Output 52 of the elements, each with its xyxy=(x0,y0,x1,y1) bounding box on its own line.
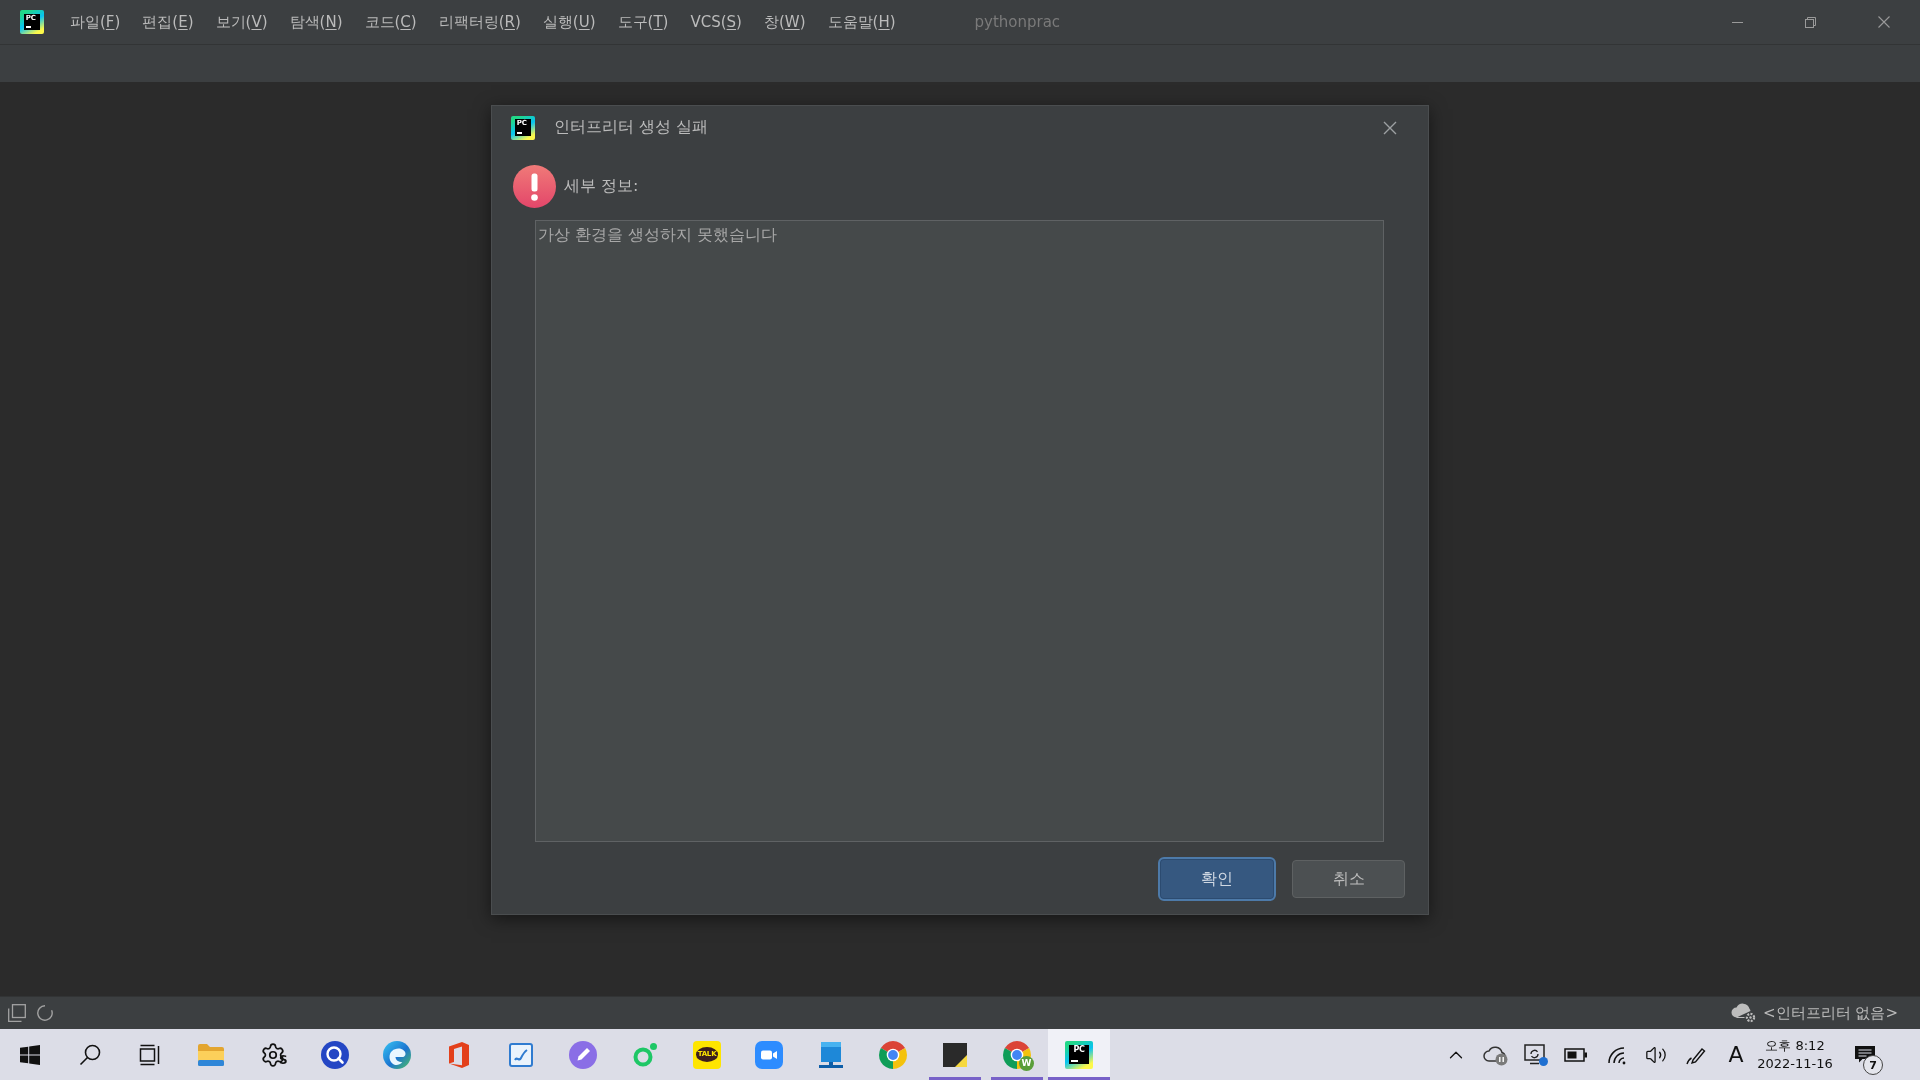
magnifier-icon[interactable] xyxy=(321,1040,349,1069)
tricolor-circle-icon[interactable] xyxy=(879,1040,907,1069)
error-icon xyxy=(513,165,556,208)
menu-item[interactable]: 도구(T) xyxy=(606,10,680,34)
menu-item[interactable]: 보기(V) xyxy=(204,10,279,34)
monitor-icon[interactable] xyxy=(818,1040,844,1069)
menu-item[interactable]: VCS(S) xyxy=(679,10,753,34)
menu-item[interactable]: 탐색(N) xyxy=(278,10,354,34)
notification-count: 7 xyxy=(1863,1055,1883,1075)
notepad-icon[interactable] xyxy=(508,1041,534,1068)
cancel-button[interactable]: 취소 xyxy=(1292,860,1405,898)
video-camera-icon[interactable] xyxy=(755,1040,783,1069)
clock-time[interactable]: 오후 8:12 xyxy=(1765,1039,1825,1052)
display-icon[interactable] xyxy=(1523,1042,1549,1067)
battery-icon[interactable] xyxy=(1564,1047,1588,1062)
spinner-icon[interactable] xyxy=(36,1004,54,1022)
ok-button[interactable]: 확인 xyxy=(1158,857,1276,901)
restore-icon[interactable] xyxy=(1805,16,1816,28)
profile-badge: W xyxy=(1019,1056,1034,1071)
window-stack-icon[interactable] xyxy=(8,1004,26,1022)
menu-item[interactable]: 리팩터링(R) xyxy=(427,10,532,34)
details-text-area: 가상 환경을 생성하지 못했습니다 xyxy=(535,220,1384,842)
taskbar-button[interactable]: PC xyxy=(1048,1029,1110,1080)
menu-item[interactable]: 코드(C) xyxy=(353,10,428,34)
folder-icon[interactable] xyxy=(197,1042,225,1067)
close-icon[interactable] xyxy=(1877,16,1890,28)
note-icon[interactable] xyxy=(942,1041,968,1068)
menu-item[interactable]: 창(W) xyxy=(752,10,817,34)
menu-item[interactable]: 도움말(H) xyxy=(816,10,907,34)
menu-item[interactable]: 실행(U) xyxy=(531,10,607,34)
taskbar-button[interactable]: W xyxy=(986,1029,1048,1080)
interpreter-status[interactable]: <인터프리터 없음> xyxy=(1763,1003,1898,1023)
app-logo: PC xyxy=(1065,1040,1093,1069)
dialog-title: 인터프리터 생성 실패 xyxy=(554,117,709,138)
cloud-icon[interactable] xyxy=(1483,1043,1509,1066)
minimize-icon[interactable] xyxy=(1732,21,1743,23)
cloud-gear-icon[interactable] xyxy=(1731,1002,1758,1024)
pencil-icon[interactable] xyxy=(569,1040,597,1069)
details-label: 세부 정보: xyxy=(564,176,639,197)
search-icon[interactable] xyxy=(79,1043,101,1066)
start-icon[interactable] xyxy=(20,1044,40,1065)
task-view-icon[interactable] xyxy=(139,1043,161,1066)
close-icon[interactable] xyxy=(1383,120,1397,135)
office-icon[interactable] xyxy=(448,1040,470,1069)
menu-item[interactable]: 편집(E) xyxy=(131,10,205,34)
tricolor-circle-icon[interactable] xyxy=(1003,1040,1031,1069)
input-mode-indicator[interactable]: A xyxy=(1728,1043,1744,1066)
menu-item[interactable]: 파일(F) xyxy=(59,10,132,34)
window-title: pythonprac xyxy=(974,13,1061,31)
clock-date[interactable]: 2022-11-16 xyxy=(1757,1057,1833,1070)
swirl-circle-icon[interactable] xyxy=(383,1040,411,1069)
gear-icon[interactable] xyxy=(260,1041,286,1068)
